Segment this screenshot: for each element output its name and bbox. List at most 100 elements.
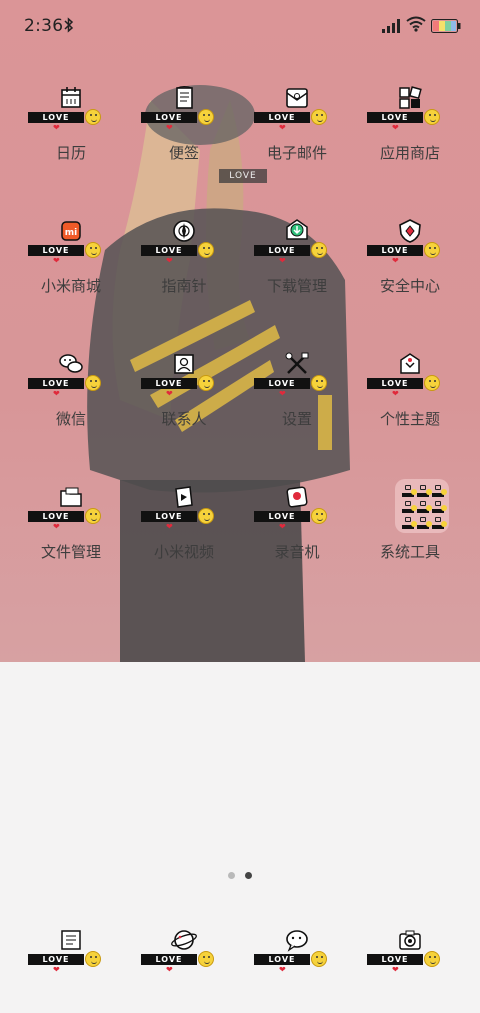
heart-icon: ❤ xyxy=(279,256,286,265)
heart-icon: ❤ xyxy=(392,965,399,974)
love-badge: LOVE xyxy=(141,511,197,522)
app-label: 日历 xyxy=(55,144,86,162)
status-bar: 2:36 xyxy=(0,0,480,52)
app-recorder[interactable]: LOVE ❤ 录音机 xyxy=(240,483,352,593)
contacts-icon xyxy=(170,350,198,378)
heart-icon: ❤ xyxy=(279,965,286,974)
love-badge: LOVE xyxy=(28,511,84,522)
app-mi-store[interactable]: mi LOVE ❤ 小米商城 xyxy=(14,217,126,327)
folder-mini-icon xyxy=(417,501,432,513)
app-label: 指南针 xyxy=(161,277,207,295)
love-badge: LOVE xyxy=(141,954,197,965)
app-calendar[interactable]: LOVE ❤ 日历 xyxy=(14,84,126,194)
smiley-icon xyxy=(424,951,440,967)
phone-icon xyxy=(57,926,85,954)
app-folder[interactable]: 系统工具 xyxy=(353,479,465,593)
smiley-icon xyxy=(85,109,101,125)
app-label: 录音机 xyxy=(274,543,320,561)
messages-icon xyxy=(283,926,311,954)
wifi-icon xyxy=(406,16,426,37)
app-label: 便签 xyxy=(168,144,199,162)
folder-mini-icon xyxy=(417,517,432,529)
app-email[interactable]: LOVE ❤ 电子邮件 xyxy=(240,84,352,194)
calendar-icon xyxy=(57,84,85,112)
app-settings[interactable]: LOVE ❤ 设置 xyxy=(240,350,352,460)
app-label: 电子邮件 xyxy=(266,144,327,162)
heart-icon: ❤ xyxy=(166,965,173,974)
page-dot-1[interactable] xyxy=(228,872,235,879)
smiley-icon xyxy=(424,375,440,391)
smiley-icon xyxy=(311,375,327,391)
smiley-icon xyxy=(198,109,214,125)
app-contacts[interactable]: LOVE ❤ 联系人 xyxy=(127,350,239,460)
app-label: 安全中心 xyxy=(379,277,440,295)
security-icon xyxy=(396,217,424,245)
smiley-icon xyxy=(198,242,214,258)
signal-icon xyxy=(382,18,402,38)
folder-mini-icon xyxy=(417,485,432,497)
smiley-icon xyxy=(85,242,101,258)
themes-icon xyxy=(396,350,424,378)
love-badge: LOVE xyxy=(28,378,84,389)
app-themes[interactable]: LOVE ❤ 个性主题 xyxy=(353,350,465,460)
smiley-icon xyxy=(311,109,327,125)
dock-camera[interactable]: LOVE ❤ xyxy=(353,926,465,976)
heart-icon: ❤ xyxy=(392,389,399,398)
app-wechat[interactable]: LOVE ❤ 微信 xyxy=(14,350,126,460)
love-badge: LOVE xyxy=(367,245,423,256)
smiley-icon xyxy=(85,375,101,391)
compass-icon xyxy=(170,217,198,245)
wechat-icon xyxy=(57,350,85,378)
love-badge: LOVE xyxy=(141,378,197,389)
smiley-icon xyxy=(311,951,327,967)
love-badge: LOVE xyxy=(254,245,310,256)
page-dot-2[interactable] xyxy=(245,872,252,879)
camera-icon xyxy=(396,926,424,954)
folder-mini-icon xyxy=(402,501,417,513)
status-time: 2:36 xyxy=(24,16,64,36)
heart-icon: ❤ xyxy=(392,256,399,265)
heart-icon: ❤ xyxy=(53,256,60,265)
heart-icon: ❤ xyxy=(53,965,60,974)
folder-mini-icon xyxy=(432,485,447,497)
love-badge: LOVE xyxy=(254,378,310,389)
app-label: 应用商店 xyxy=(379,144,440,162)
heart-icon: ❤ xyxy=(166,256,173,265)
heart-icon: ❤ xyxy=(53,123,60,132)
app-app-store[interactable]: LOVE ❤ 应用商店 xyxy=(353,84,465,194)
app-video[interactable]: LOVE ❤ 小米视频 xyxy=(127,483,239,593)
dock-phone[interactable]: LOVE ❤ xyxy=(14,926,126,976)
battery-icon xyxy=(431,18,461,38)
app-download[interactable]: LOVE ❤ 下载管理 xyxy=(240,217,352,327)
love-badge: LOVE xyxy=(28,954,84,965)
folder-mini-icon xyxy=(432,517,447,529)
notes-icon xyxy=(170,84,198,112)
page-indicator[interactable] xyxy=(228,872,254,880)
app-label: 下载管理 xyxy=(266,277,327,295)
smiley-icon xyxy=(85,951,101,967)
app-file-manager[interactable]: LOVE ❤ 文件管理 xyxy=(14,483,126,593)
smiley-icon xyxy=(85,508,101,524)
bluetooth-icon xyxy=(64,17,74,38)
app-notes[interactable]: LOVE ❤ 便签 xyxy=(127,84,239,194)
love-badge: LOVE xyxy=(28,245,84,256)
app-label: 个性主题 xyxy=(379,410,440,428)
email-icon xyxy=(283,84,311,112)
smiley-icon xyxy=(311,242,327,258)
dock-messages[interactable]: LOVE ❤ xyxy=(240,926,352,976)
app-compass[interactable]: LOVE ❤ 指南针 xyxy=(127,217,239,327)
folder-icon xyxy=(395,479,449,533)
app-label: 小米视频 xyxy=(153,543,214,561)
file-manager-icon xyxy=(57,483,85,511)
download-icon xyxy=(283,217,311,245)
app-label: 微信 xyxy=(55,410,86,428)
love-badge: LOVE xyxy=(367,378,423,389)
smiley-icon xyxy=(198,951,214,967)
smiley-icon xyxy=(198,375,214,391)
heart-icon: ❤ xyxy=(53,389,60,398)
app-security[interactable]: LOVE ❤ 安全中心 xyxy=(353,217,465,327)
dock-browser[interactable]: LOVE ❤ xyxy=(127,926,239,976)
love-badge: LOVE xyxy=(367,112,423,123)
svg-text:mi: mi xyxy=(65,228,77,238)
heart-icon: ❤ xyxy=(279,123,286,132)
